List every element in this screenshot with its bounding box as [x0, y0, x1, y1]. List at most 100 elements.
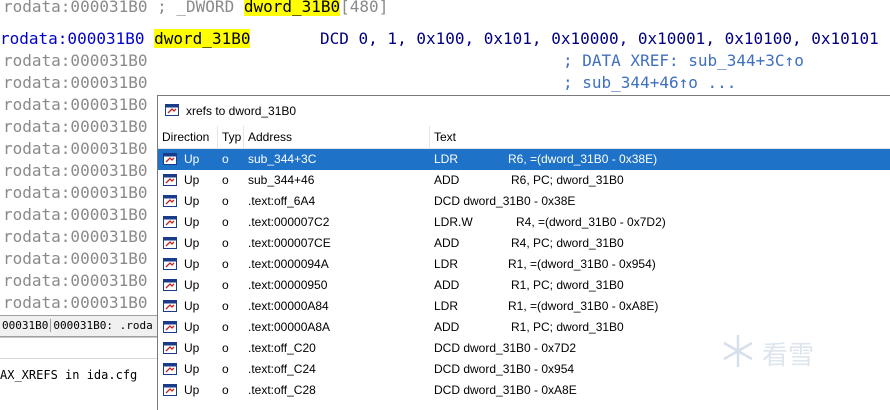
xref-type: o	[222, 173, 229, 187]
xref-type: o	[222, 299, 229, 313]
xref-row[interactable]: Up o .text:0000094A LDR R1, =(dword_31B0 - 0…	[158, 254, 890, 275]
xref-row[interactable]: Up o .text:000007C2 LDR.W R4, =(dword_31B0 -…	[158, 212, 890, 233]
xref-entry-icon	[163, 153, 177, 165]
xref-row[interactable]: Up o .text:00000A84 LDR R1, =(dword_31B0 - 0…	[158, 296, 890, 317]
highlighted-symbol[interactable]: dword_31B0	[243, 0, 341, 16]
xref-type: o	[222, 194, 229, 208]
code-line[interactable]: rodata:000031B0	[3, 116, 148, 138]
xref-address: sub_344+46	[248, 173, 315, 187]
xref-direction: Up	[184, 152, 200, 166]
code-line[interactable]: rodata:000031B0	[3, 226, 148, 248]
code-line[interactable]: rodata:000031B0; DATA XREF: sub_344+3C↑o	[3, 50, 804, 72]
xref-direction: Up	[184, 194, 200, 208]
xref-address: .text:000007CE	[248, 236, 331, 250]
output-header	[0, 338, 158, 359]
instruction: DCD 0, 1, 0x100, 0x101, 0x10000, 0x10001…	[320, 29, 879, 48]
code-line[interactable]: rodata:000031B0; sub_344+46↑o ...	[3, 72, 736, 94]
xref-entry-icon	[163, 174, 177, 186]
xref-direction: Up	[184, 215, 200, 229]
code-line[interactable]: rodata:000031B0	[3, 182, 148, 204]
xref-type: o	[222, 152, 229, 166]
code-line[interactable]: rodata:000031B0	[3, 248, 148, 270]
xref-address: .text:00000A8A	[248, 320, 331, 334]
current-code-line[interactable]: rodata:000031B0 dword_31B0 DCD 0, 1, 0x10…	[0, 28, 890, 50]
xref-direction: Up	[184, 299, 200, 313]
xref-operands	[508, 191, 890, 212]
symbol-label[interactable]: dword_31B0	[154, 29, 251, 48]
column-address[interactable]: Address	[244, 126, 430, 148]
xref-operands: R6, =(dword_31B0 - 0x38E)	[508, 152, 658, 166]
xref-direction: Up	[184, 362, 200, 376]
column-text[interactable]: Text	[430, 126, 890, 148]
xref-type: o	[222, 278, 229, 292]
xref-address: .text:000007C2	[248, 215, 330, 229]
xref-address: .text:00000950	[248, 278, 328, 292]
xref-row[interactable]: Up o sub_344+3C LDR R6, =(dword_31B0 - 0x38E…	[158, 149, 890, 170]
xref-row[interactable]: Up o .text:000007CE ADD R4, PC; dword_31B0	[158, 233, 890, 254]
xref-direction: Up	[184, 236, 200, 250]
code-line[interactable]: rodata:000031B0	[3, 94, 148, 116]
xref-address: .text:off_C20	[248, 341, 316, 355]
line-address: rodata:000031B0	[0, 29, 145, 48]
xref-row[interactable]: Up o .text:00000950 ADD R1, PC; dword_31B0	[158, 275, 890, 296]
status-location: 000031B0: .roda	[53, 319, 153, 332]
code-line[interactable]: rodata:000031B0 ; _DWORD dword_31B0[480]	[3, 0, 388, 18]
code-line[interactable]: rodata:000031B0	[3, 138, 148, 160]
xref-entry-icon	[163, 237, 177, 249]
xref-entry-icon	[163, 258, 177, 270]
column-direction[interactable]: Direction	[158, 126, 218, 148]
xref-address: .text:00000A84	[248, 299, 329, 313]
xref-type: o	[222, 257, 229, 271]
xref-direction: Up	[184, 257, 200, 271]
xref-direction: Up	[184, 173, 200, 187]
xref-operands: R4, PC; dword_31B0	[511, 236, 624, 250]
snowflake-icon	[723, 335, 753, 367]
xref-comment[interactable]: ; sub_344+46↑o ...	[563, 72, 736, 94]
xref-address: .text:0000094A	[248, 257, 329, 271]
xref-direction: Up	[184, 383, 200, 397]
xref-address: .text:off_C24	[248, 362, 316, 376]
xref-address: sub_344+3C	[248, 152, 317, 166]
watermark-text: 看雪	[762, 341, 815, 371]
code-line[interactable]: rodata:000031B0	[3, 160, 148, 182]
output-text: AX_XREFS in ida.cfg	[0, 368, 138, 382]
xref-entry-icon	[163, 384, 177, 396]
dialog-title-bar[interactable]: xrefs to dword_31B0	[158, 96, 890, 127]
status-offset: 00031B0	[0, 319, 52, 332]
line-address: rodata:000031B0	[3, 0, 148, 16]
xref-address: .text:off_6A4	[248, 194, 316, 208]
xref-entry-icon	[163, 342, 177, 354]
xref-type: o	[222, 236, 229, 250]
xref-comment[interactable]: ; DATA XREF: sub_344+3C↑o	[563, 50, 804, 72]
xref-type: o	[222, 362, 229, 376]
xref-operands	[508, 359, 890, 380]
code-line[interactable]: rodata:000031B0	[3, 270, 148, 292]
xref-entry-icon	[163, 195, 177, 207]
xref-row[interactable]: Up o sub_344+46 ADD R6, PC; dword_31B0	[158, 170, 890, 191]
xref-direction: Up	[184, 320, 200, 334]
xref-entry-icon	[163, 321, 177, 333]
xref-type: o	[222, 383, 229, 397]
column-type[interactable]: Typ	[218, 126, 244, 148]
xref-operands: R1, PC; dword_31B0	[511, 320, 624, 334]
xref-direction: Up	[184, 278, 200, 292]
output-window[interactable]: AX_XREFS in ida.cfg	[0, 337, 158, 410]
xref-operands: R1, PC; dword_31B0	[511, 278, 624, 292]
dialog-title: xrefs to dword_31B0	[186, 104, 297, 118]
xref-row[interactable]: Up o .text:off_C28 DCD dword_31B0 - 0xA8E	[158, 380, 890, 401]
xref-type: o	[222, 320, 229, 334]
xref-address: .text:off_C28	[248, 383, 316, 397]
xref-type: o	[222, 341, 229, 355]
xref-type: o	[222, 215, 229, 229]
xref-entry-icon	[163, 279, 177, 291]
code-line[interactable]: rodata:000031B0	[3, 292, 148, 314]
table-header: Direction Typ Address Text	[158, 126, 890, 149]
xref-direction: Up	[184, 341, 200, 355]
code-line[interactable]: rodata:000031B0	[3, 204, 148, 226]
xref-entry-icon	[163, 363, 177, 375]
xref-operands: R4, =(dword_31B0 - 0x7D2)	[516, 215, 666, 229]
disassembly-status-bar: 00031B0 000031B0: .roda	[0, 315, 158, 337]
xref-operands	[508, 338, 890, 359]
xref-row[interactable]: Up o .text:off_6A4 DCD dword_31B0 - 0x38E	[158, 191, 890, 212]
xref-entry-icon	[163, 300, 177, 312]
